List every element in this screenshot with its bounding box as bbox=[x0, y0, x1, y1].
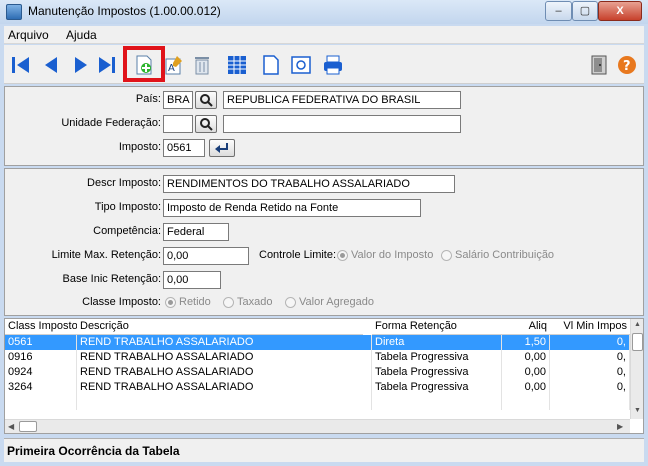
base-label: Base Inic Retenção: bbox=[62, 273, 161, 285]
pais-search-button[interactable] bbox=[195, 91, 217, 109]
uf-label: Unidade Federação: bbox=[61, 117, 161, 129]
toolbar: A ? bbox=[4, 45, 644, 84]
window-title: Manutenção Impostos (1.00.00.012) bbox=[28, 4, 221, 18]
menu-arquivo[interactable]: Arquivo bbox=[8, 28, 49, 42]
next-record-icon[interactable] bbox=[70, 54, 92, 76]
imposto-field[interactable]: 0561 bbox=[163, 139, 205, 157]
document-icon[interactable] bbox=[260, 54, 282, 76]
edit-record-icon[interactable]: A bbox=[163, 54, 185, 76]
exit-door-icon[interactable] bbox=[588, 54, 610, 76]
menu-ajuda[interactable]: Ajuda bbox=[66, 28, 97, 42]
column-header-forma[interactable]: Forma Retenção bbox=[372, 319, 502, 335]
minimize-button[interactable]: – bbox=[545, 1, 572, 21]
classe-radio-valor-agregado[interactable]: Valor Agregado bbox=[285, 296, 374, 308]
horizontal-scroll-thumb[interactable] bbox=[19, 421, 37, 432]
table-row[interactable]: 0924 REND TRABALHO ASSALARIADO Tabela Pr… bbox=[5, 365, 630, 380]
pais-name-field[interactable]: REPUBLICA FEDERATIVA DO BRASIL bbox=[223, 91, 461, 109]
tipo-label: Tipo Imposto: bbox=[94, 201, 161, 213]
column-header-aliq[interactable]: Aliq bbox=[502, 319, 550, 335]
print-preview-icon[interactable] bbox=[290, 54, 312, 76]
vertical-scrollbar[interactable]: ▲ ▼ bbox=[630, 319, 643, 419]
pais-label: País: bbox=[135, 93, 161, 105]
base-field[interactable]: 0,00 bbox=[163, 271, 221, 289]
column-header-class[interactable]: Class Imposto bbox=[5, 319, 78, 335]
first-record-icon[interactable] bbox=[10, 54, 32, 76]
pais-code-field[interactable]: BRA bbox=[163, 91, 193, 109]
printer-icon[interactable] bbox=[322, 54, 344, 76]
close-button[interactable]: X bbox=[598, 1, 642, 21]
column-header-vl-min[interactable]: Vl Min Impos bbox=[550, 319, 630, 335]
uf-search-button[interactable] bbox=[195, 115, 217, 133]
title-bar: Manutenção Impostos (1.00.00.012) – ▢ X bbox=[0, 0, 648, 24]
controle-radio-valor[interactable]: Valor do Imposto bbox=[337, 249, 433, 261]
tipo-field[interactable]: Imposto de Renda Retido na Fonte bbox=[163, 199, 421, 217]
competencia-field[interactable]: Federal bbox=[163, 223, 229, 241]
column-header-descricao[interactable]: Descrição bbox=[77, 319, 363, 335]
imposto-label: Imposto: bbox=[118, 141, 161, 153]
app-icon bbox=[6, 4, 22, 20]
tax-grid: Class Imposto Descrição Forma Retenção A… bbox=[4, 318, 644, 434]
scroll-right-icon[interactable]: ▶ bbox=[617, 422, 623, 431]
uf-name-field[interactable] bbox=[223, 115, 461, 133]
table-view-icon[interactable] bbox=[226, 54, 248, 76]
tax-details-panel: Descr Imposto: RENDIMENTOS DO TRABALHO A… bbox=[4, 168, 644, 316]
competencia-label: Competência: bbox=[93, 225, 161, 237]
limite-label: Limite Max. Retenção: bbox=[51, 249, 161, 261]
controle-radio-salario[interactable]: Salário Contribuição bbox=[441, 249, 554, 261]
svg-text:?: ? bbox=[623, 59, 631, 74]
table-row-empty[interactable] bbox=[5, 395, 630, 410]
menu-bar: Arquivo Ajuda bbox=[4, 26, 644, 44]
location-panel: País: BRA REPUBLICA FEDERATIVA DO BRASIL… bbox=[4, 86, 644, 166]
table-row[interactable]: 0561 REND TRABALHO ASSALARIADO Direta 1,… bbox=[5, 335, 630, 350]
descr-field[interactable]: RENDIMENTOS DO TRABALHO ASSALARIADO bbox=[163, 175, 455, 193]
controle-label: Controle Limite: bbox=[259, 249, 337, 261]
previous-record-icon[interactable] bbox=[40, 54, 62, 76]
help-icon[interactable]: ? bbox=[616, 54, 638, 76]
limite-field[interactable]: 0,00 bbox=[163, 247, 249, 265]
horizontal-scrollbar[interactable]: ◀ ▶ bbox=[5, 419, 630, 433]
new-record-icon[interactable] bbox=[133, 54, 155, 76]
trash-icon[interactable] bbox=[191, 54, 213, 76]
classe-radio-taxado[interactable]: Taxado bbox=[223, 296, 272, 308]
classe-label: Classe Imposto: bbox=[82, 296, 161, 308]
uf-code-field[interactable] bbox=[163, 115, 193, 133]
scroll-up-icon[interactable]: ▲ bbox=[634, 321, 641, 328]
enter-button[interactable] bbox=[209, 139, 235, 157]
classe-radio-retido[interactable]: Retido bbox=[165, 296, 211, 308]
status-bar: Primeira Ocorrência da Tabela bbox=[4, 438, 644, 462]
table-row[interactable]: 3264 REND TRABALHO ASSALARIADO Tabela Pr… bbox=[5, 380, 630, 395]
last-record-icon[interactable] bbox=[96, 54, 118, 76]
vertical-scroll-thumb[interactable] bbox=[632, 333, 643, 351]
table-row[interactable]: 0916 REND TRABALHO ASSALARIADO Tabela Pr… bbox=[5, 350, 630, 365]
descr-label: Descr Imposto: bbox=[87, 177, 161, 189]
enter-arrow-icon bbox=[215, 143, 228, 153]
scroll-left-icon[interactable]: ◀ bbox=[8, 422, 14, 431]
search-icon bbox=[200, 94, 213, 107]
search-icon bbox=[200, 118, 213, 131]
scroll-down-icon[interactable]: ▼ bbox=[634, 407, 641, 414]
maximize-button[interactable]: ▢ bbox=[572, 1, 598, 21]
